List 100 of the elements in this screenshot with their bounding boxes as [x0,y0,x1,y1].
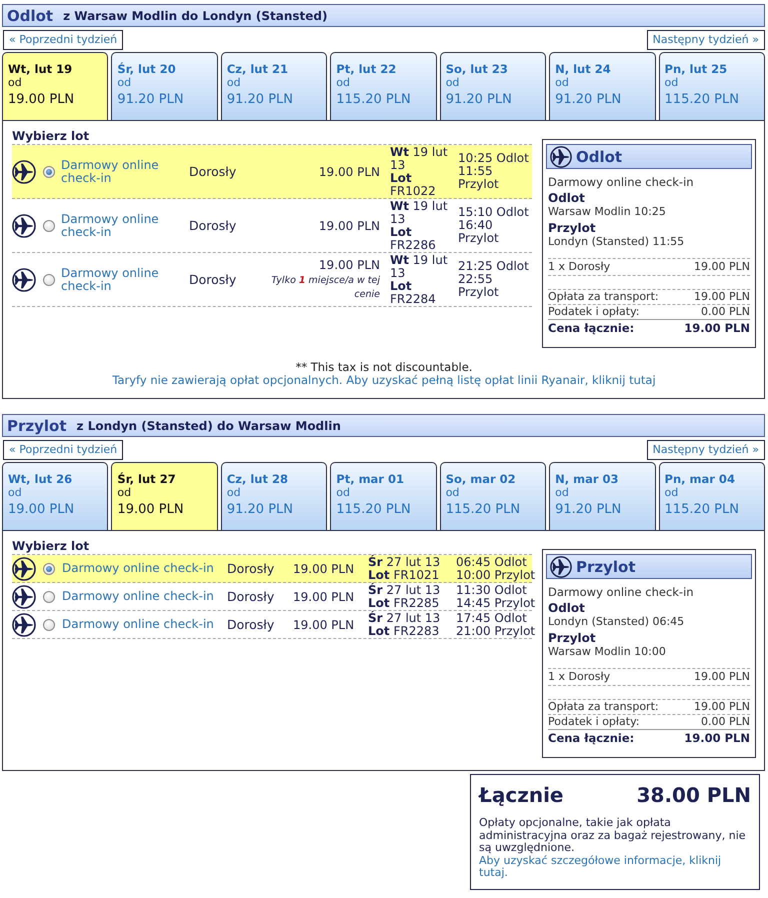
arrival-time: 22:55 Przylot [458,273,500,299]
leg-value: Londyn (Stansted) 06:45 [548,615,686,629]
flight-number: Lot FR2285 [368,596,440,610]
plane-icon [12,584,36,608]
day-tab[interactable]: Pn, lut 25 od 115.20 PLN [658,52,765,120]
total-label: Cena łącznie: [548,730,634,747]
next-week-button[interactable]: Następny tydzień » [646,30,765,50]
checkin-link[interactable]: Darmowy online check-in [62,590,214,603]
departure-time: 11:30 Odlot [456,584,527,596]
route-text: z Londyn (Stansted) do Warsaw Modlin [76,418,341,432]
passenger-type: Dorosły [189,218,236,233]
previous-week-button[interactable]: « Poprzedni tydzień [3,440,124,460]
radio-button[interactable] [43,590,55,602]
flight-date: Wt 19 lut 13 [390,200,449,226]
plane-icon [550,146,572,168]
day-tab[interactable]: N, mar 03 od 91.20 PLN [549,462,656,530]
radio-button[interactable] [43,166,55,178]
fare-amount: 19.00 PLN [694,290,750,304]
tax-footnote: ** This tax is not discountable. [296,361,472,374]
flight-price: 19.00 PLN [293,618,354,632]
checkin-link[interactable]: Darmowy online check-in [61,158,171,184]
seats-left-note: Tylko 1 miejsce/a w tej cenie [270,274,380,302]
day-tab[interactable]: Wt, lut 19 od 19.00 PLN [2,52,108,120]
arrival-time: 11:55 Przylot [458,165,500,191]
passenger-type: Dorosły [227,589,274,604]
fare-amount: 19.00 PLN [694,669,750,685]
departure-time: 10:25 Odlot [458,152,529,165]
grand-total-label: Łącznie [479,783,564,807]
day-tab[interactable]: Śr, lut 27 od 19.00 PLN [111,462,218,530]
checkin-link[interactable]: Darmowy online check-in [61,212,171,238]
departure-time: 17:45 Odlot [456,612,527,624]
departure-time: 21:25 Odlot [458,260,529,273]
day-tab[interactable]: Pt, lut 22 od 115.20 PLN [330,52,437,120]
leg-label: Odlot [548,191,586,205]
day-tab[interactable]: So, mar 02 od 115.20 PLN [440,462,546,530]
leg-value: Warsaw Modlin 10:00 [548,645,667,659]
total-label: Cena łącznie: [548,320,634,337]
section-title: Odlot [7,6,54,24]
route-text: z Warsaw Modlin do Londyn (Stansted) [63,8,328,22]
day-tab[interactable]: So, lut 23 od 91.20 PLN [440,52,546,120]
fare-amount: 0.00 PLN [701,305,750,319]
details-link[interactable]: Aby uzyskać szczegółowe informacje, kliknij tutaj. [479,854,751,880]
radio-button[interactable] [43,274,55,286]
passenger-type: Dorosły [189,164,236,179]
radio-button[interactable] [43,618,55,630]
radio-button[interactable] [43,220,55,232]
fare-label: 1 x Dorosły [548,669,610,685]
plane-icon [12,268,36,292]
day-tab[interactable]: Cz, lut 21 od 91.20 PLN [220,52,328,120]
fare-label: Opłata za transport: [548,290,659,304]
fare-label: 1 x Dorosły [548,259,610,275]
leg-value: Londyn (Stansted) 11:55 [548,235,686,249]
flight-date: Wt 19 lut 13 [390,146,449,172]
fare-label: Opłata za transport: [548,700,659,714]
day-tab[interactable]: Pt, mar 01 od 115.20 PLN [330,462,437,530]
fees-link[interactable]: Taryfy nie zawierają opłat opcjonalnych. Aby uzyskać pełną listę opłat linii Ryanair, kliknij tutaj [112,374,656,387]
total-amount: 19.00 PLN [684,730,750,747]
fare-amount: 0.00 PLN [701,715,750,729]
fare-amount: 19.00 PLN [694,700,750,714]
flight-number: Lot FR2286 [390,226,437,252]
section-title: Przylot [7,416,67,434]
day-tab[interactable]: Śr, lut 20 od 91.20 PLN [111,52,218,120]
next-week-button[interactable]: Następny tydzień » [646,440,765,460]
day-tab[interactable]: N, lut 24 od 91.20 PLN [549,52,656,120]
fare-label: Podatek i opłaty: [548,715,640,729]
departure-time: 06:45 Odlot [456,556,527,568]
day-tab[interactable]: Pn, mar 04 od 115.20 PLN [658,462,765,530]
flight-price: 19.00 PLN [293,590,354,604]
fees-note: Opłaty opcjonalne, takie jak opłata administracyjna oraz za bagaż rejestrowany, nie są uwzględnione. [479,817,747,854]
plane-icon [12,612,36,636]
summary-title: Odlot [576,148,622,166]
leg-label: Odlot [548,601,586,615]
plane-icon [12,160,36,184]
previous-week-button[interactable]: « Poprzedni tydzień [3,30,124,50]
flight-date: Śr 27 lut 13 [368,556,440,568]
checkin-link[interactable]: Darmowy online check-in [62,618,214,631]
flight-number: Lot FR1021 [368,568,440,582]
flight-price: 19.00 PLN [293,562,354,576]
passenger-type: Dorosły [227,617,274,632]
radio-button[interactable] [43,562,55,574]
plane-icon [12,214,36,238]
choose-flight-heading: Wybierz lot [12,539,90,554]
total-amount: 19.00 PLN [684,320,750,337]
plane-icon [12,556,36,580]
checkin-link[interactable]: Darmowy online check-in [62,562,214,575]
leg-label: Przylot [548,221,597,235]
grand-total-amount: 38.00 PLN [636,783,751,807]
choose-flight-heading: Wybierz lot [12,129,90,144]
checkin-link[interactable]: Darmowy online check-in [61,266,171,292]
checkin-info: Darmowy online check-in [548,585,695,599]
flight-date: Śr 27 lut 13 [368,584,440,596]
arrival-time: 16:40 Przylot [458,219,500,245]
flight-number: Lot FR1022 [390,172,437,198]
day-tab[interactable]: Cz, lut 28 od 91.20 PLN [220,462,328,530]
flight-date: Wt 19 lut 13 [390,254,449,280]
summary-title: Przylot [576,558,636,576]
flight-number: Lot FR2283 [368,624,440,638]
day-tab[interactable]: Wt, lut 26 od 19.00 PLN [2,462,108,530]
fare-amount: 19.00 PLN [694,259,750,275]
departure-time: 15:10 Odlot [458,206,529,219]
